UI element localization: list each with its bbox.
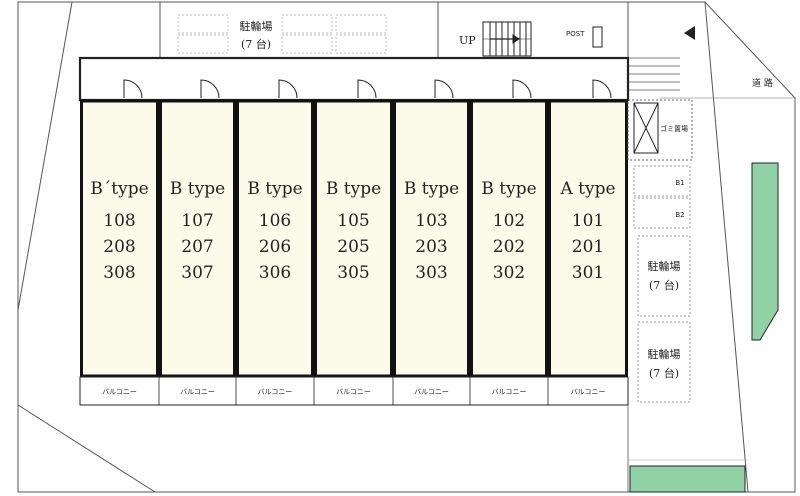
balcony-label: バルコニー <box>336 388 371 396</box>
unit-number: 105 <box>337 211 369 231</box>
unit-number: 306 <box>259 263 291 283</box>
unit-number: 102 <box>493 211 525 231</box>
unit-number: 103 <box>415 211 447 231</box>
balcony-label: バルコニー <box>414 388 449 396</box>
unit-type-label: B´type <box>90 179 148 199</box>
unit-number: 205 <box>337 237 369 257</box>
unit-row: B´type 108 208 308 B type 107 207 307 B type 106 2… <box>80 99 628 378</box>
unit-number: 208 <box>103 237 135 257</box>
unit-number: 202 <box>493 237 525 257</box>
unit-number: 303 <box>415 263 447 283</box>
corridor <box>78 56 630 102</box>
bike-parking-top-label: 駐輪場 <box>240 19 273 33</box>
unit-number: 308 <box>103 263 135 283</box>
road-label: 道 路 <box>752 77 773 89</box>
bike-parking-right-1-count: (7 台) <box>649 278 679 292</box>
unit-number: 108 <box>103 211 135 231</box>
balcony-label: バルコニー <box>492 388 527 396</box>
stair-up-label: UP <box>459 34 476 47</box>
floor-plan: 駐輪場 (7 台) UP POST 道 路 B´type 108 208 308 B t… <box>17 1 796 493</box>
unit-number: 207 <box>181 237 213 257</box>
unit-type-label: A type <box>559 179 615 199</box>
unit-number: 302 <box>493 263 525 283</box>
unit-number: 206 <box>259 237 291 257</box>
unit-number: 305 <box>337 263 369 283</box>
unit-type-label: B type <box>247 179 302 199</box>
green-strip-bottom <box>629 465 746 493</box>
unit-number: 201 <box>572 237 604 257</box>
bike-b2-label: B2 <box>675 211 684 219</box>
balcony-label: バルコニー <box>102 388 137 396</box>
unit-number: 301 <box>572 263 604 283</box>
balcony-label: バルコニー <box>258 388 293 396</box>
post-label: POST <box>566 30 585 38</box>
bike-b1-label: B1 <box>675 179 684 187</box>
bike-parking-top-count: (7 台) <box>241 37 271 51</box>
unit-number: 106 <box>259 211 291 231</box>
unit-number: 107 <box>181 211 213 231</box>
bike-parking-right-2-count: (7 台) <box>649 366 679 380</box>
unit-number: 203 <box>415 237 447 257</box>
balcony-label: バルコニー <box>180 388 215 396</box>
unit-type-label: B type <box>326 179 381 199</box>
unit-type-label: B type <box>481 179 536 199</box>
top-block <box>159 1 439 59</box>
bike-parking-right-2-label: 駐輪場 <box>648 347 681 361</box>
bike-parking-right-1-label: 駐輪場 <box>648 259 681 273</box>
green-strip-right <box>751 162 779 341</box>
unit-type-label: B type <box>404 179 459 199</box>
unit-number: 307 <box>181 263 213 283</box>
unit-number: 101 <box>572 211 604 231</box>
unit-type-label: B type <box>170 179 225 199</box>
stair-block <box>437 1 629 59</box>
trash-area-label: ゴミ置場 <box>660 124 688 133</box>
balcony-label: バルコニー <box>571 388 606 396</box>
